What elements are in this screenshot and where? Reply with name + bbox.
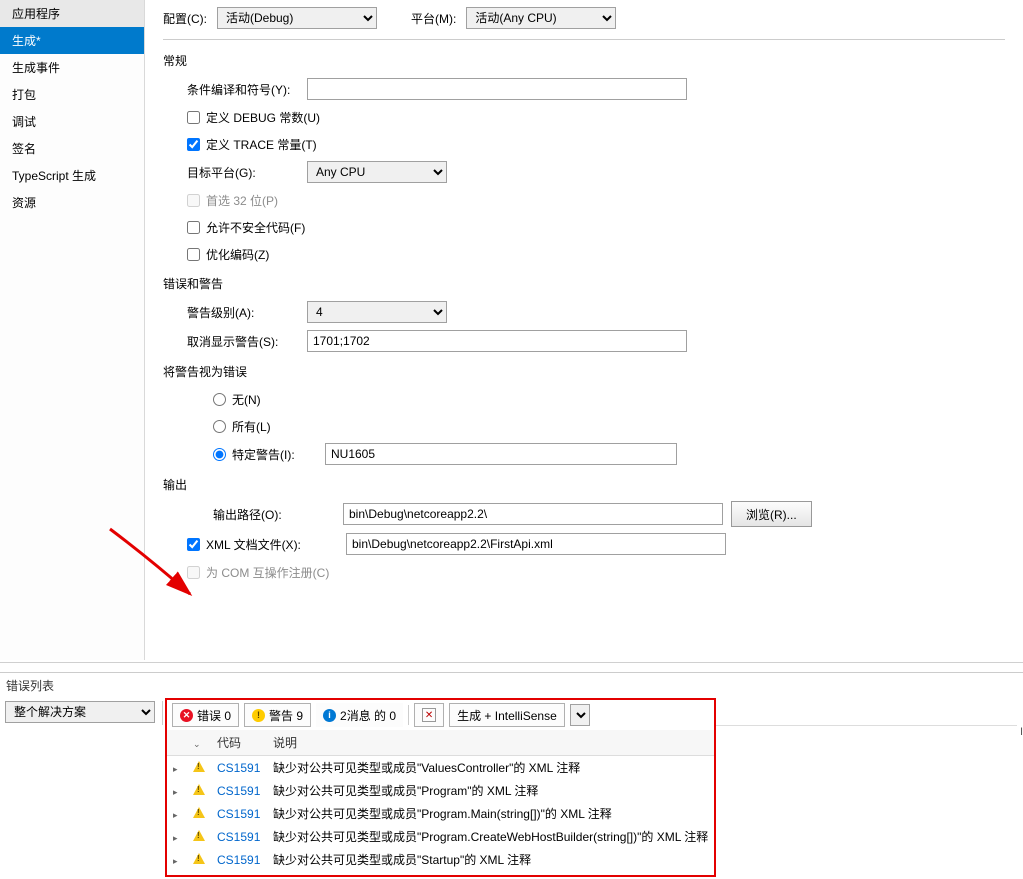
warning-triangle-icon bbox=[193, 807, 205, 818]
optimize-checkbox[interactable] bbox=[187, 248, 200, 261]
config-combo[interactable]: 活动(Debug) bbox=[217, 7, 377, 29]
treat-none-label: 无(N) bbox=[232, 391, 261, 408]
error-code-link[interactable]: CS1591 bbox=[217, 807, 260, 821]
allow-unsafe-label: 允许不安全代码(F) bbox=[206, 219, 305, 236]
col-desc[interactable]: 说明 bbox=[267, 730, 714, 756]
browse-button[interactable]: 浏览(R)... bbox=[731, 501, 812, 527]
error-icon: ✕ bbox=[180, 709, 193, 722]
prefer32-checkbox bbox=[187, 194, 200, 207]
errors-filter-button[interactable]: ✕ 错误 0 bbox=[172, 703, 239, 727]
warnings-filter-button[interactable]: ! 警告 9 bbox=[244, 703, 311, 727]
scope-combo[interactable]: 整个解决方案 bbox=[5, 701, 155, 723]
error-table: ⌄ 代码 说明 ▸ CS1591 缺少对公共可见类型或成员"ValuesContro… bbox=[167, 730, 714, 871]
define-trace-label: 定义 TRACE 常量(T) bbox=[206, 136, 317, 153]
com-interop-checkbox bbox=[187, 566, 200, 579]
suppress-warnings-label: 取消显示警告(S): bbox=[187, 333, 307, 350]
config-label: 配置(C): bbox=[163, 10, 207, 27]
sidebar-item-build-events[interactable]: 生成事件 bbox=[0, 54, 144, 81]
warning-triangle-icon bbox=[193, 784, 205, 795]
treat-specific-label: 特定警告(I): bbox=[232, 446, 325, 463]
error-description: 缺少对公共可见类型或成员"Program.Main(string[])"的 XM… bbox=[267, 802, 714, 825]
error-code-link[interactable]: CS1591 bbox=[217, 830, 260, 844]
warning-icon: ! bbox=[252, 709, 265, 722]
error-row[interactable]: ▸ CS1591 缺少对公共可见类型或成员"ValuesController"的 X… bbox=[167, 756, 714, 780]
treat-specific-input[interactable] bbox=[325, 443, 677, 465]
section-output: 输出 bbox=[163, 476, 1005, 493]
clear-filter-button[interactable]: ✕ bbox=[414, 703, 444, 727]
error-code-link[interactable]: CS1591 bbox=[217, 784, 260, 798]
sidebar-item-build[interactable]: 生成* bbox=[0, 27, 144, 54]
error-row[interactable]: ▸ CS1591 缺少对公共可见类型或成员"Program"的 XML 注释 bbox=[167, 779, 714, 802]
error-description: 缺少对公共可见类型或成员"Startup"的 XML 注释 bbox=[267, 848, 714, 871]
build-intellisense-dropdown[interactable] bbox=[570, 704, 590, 726]
sidebar-item-package[interactable]: 打包 bbox=[0, 81, 144, 108]
allow-unsafe-checkbox[interactable] bbox=[187, 221, 200, 234]
error-list-panel: 错误列表 整个解决方案 ✕ 错误 0 ! 警告 9 i 2消息 的 0 bbox=[0, 672, 1023, 877]
expand-icon[interactable]: ▸ bbox=[173, 856, 178, 866]
sort-icon[interactable]: ⌄ bbox=[193, 739, 201, 749]
suppress-warnings-input[interactable] bbox=[307, 330, 687, 352]
error-row[interactable]: ▸ CS1591 缺少对公共可见类型或成员"Startup"的 XML 注释 bbox=[167, 848, 714, 871]
error-description: 缺少对公共可见类型或成员"Program"的 XML 注释 bbox=[267, 779, 714, 802]
optimize-label: 优化编码(Z) bbox=[206, 246, 269, 263]
xml-doc-label: XML 文档文件(X): bbox=[206, 536, 346, 553]
error-description: 缺少对公共可见类型或成员"ValuesController"的 XML 注释 bbox=[267, 756, 714, 780]
prefer32-label: 首选 32 位(P) bbox=[206, 192, 278, 209]
sidebar-item-application[interactable]: 应用程序 bbox=[0, 0, 144, 27]
treat-all-label: 所有(L) bbox=[232, 418, 271, 435]
output-path-input[interactable] bbox=[343, 503, 723, 525]
expand-icon[interactable]: ▸ bbox=[173, 810, 178, 820]
treat-all-radio[interactable] bbox=[213, 420, 226, 433]
treat-specific-radio[interactable] bbox=[213, 448, 226, 461]
target-platform-label: 目标平台(G): bbox=[187, 164, 307, 181]
filter-x-icon: ✕ bbox=[422, 708, 436, 722]
build-intellisense-combo[interactable]: 生成 + IntelliSense bbox=[449, 703, 565, 727]
define-trace-checkbox[interactable] bbox=[187, 138, 200, 151]
xml-doc-checkbox[interactable] bbox=[187, 538, 200, 551]
col-code[interactable]: 代码 bbox=[211, 730, 267, 756]
error-row[interactable]: ▸ CS1591 缺少对公共可见类型或成员"Program.Main(string[… bbox=[167, 802, 714, 825]
error-row[interactable]: ▸ CS1591 缺少对公共可见类型或成员"Program.CreateWebHos… bbox=[167, 825, 714, 848]
warning-triangle-icon bbox=[193, 761, 205, 772]
section-treat-as-errors: 将警告视为错误 bbox=[163, 363, 1005, 380]
platform-label: 平台(M): bbox=[411, 10, 456, 27]
expand-icon[interactable]: ▸ bbox=[173, 787, 178, 797]
warning-triangle-icon bbox=[193, 830, 205, 841]
error-code-link[interactable]: CS1591 bbox=[217, 761, 260, 775]
sidebar-item-debug[interactable]: 调试 bbox=[0, 108, 144, 135]
define-debug-label: 定义 DEBUG 常数(U) bbox=[206, 109, 320, 126]
target-platform-combo[interactable]: Any CPU bbox=[307, 161, 447, 183]
error-list-title: 错误列表 bbox=[0, 673, 1023, 698]
expand-icon[interactable]: ▸ bbox=[173, 764, 178, 774]
error-code-link[interactable]: CS1591 bbox=[217, 853, 260, 867]
info-icon: i bbox=[323, 709, 336, 722]
section-errors-warnings: 错误和警告 bbox=[163, 275, 1005, 292]
sidebar-item-typescript[interactable]: TypeScript 生成 bbox=[0, 162, 144, 189]
conditional-symbols-input[interactable] bbox=[307, 78, 687, 100]
conditional-symbols-label: 条件编译和符号(Y): bbox=[187, 81, 307, 98]
config-bar: 配置(C): 活动(Debug) 平台(M): 活动(Any CPU) bbox=[163, 0, 1005, 40]
warning-triangle-icon bbox=[193, 853, 205, 864]
warning-level-combo[interactable]: 4 bbox=[307, 301, 447, 323]
sidebar-item-signing[interactable]: 签名 bbox=[0, 135, 144, 162]
sidebar: 应用程序 生成* 生成事件 打包 调试 签名 TypeScript 生成 资源 bbox=[0, 0, 145, 660]
warning-level-label: 警告级别(A): bbox=[187, 304, 307, 321]
define-debug-checkbox[interactable] bbox=[187, 111, 200, 124]
expand-icon[interactable]: ▸ bbox=[173, 833, 178, 843]
com-interop-label: 为 COM 互操作注册(C) bbox=[206, 564, 329, 581]
section-general: 常规 bbox=[163, 52, 1005, 69]
content-panel: 配置(C): 活动(Debug) 平台(M): 活动(Any CPU) 常规 条… bbox=[145, 0, 1023, 660]
treat-none-radio[interactable] bbox=[213, 393, 226, 406]
platform-combo[interactable]: 活动(Any CPU) bbox=[466, 7, 616, 29]
error-description: 缺少对公共可见类型或成员"Program.CreateWebHostBuilde… bbox=[267, 825, 714, 848]
xml-doc-input[interactable] bbox=[346, 533, 726, 555]
output-path-label: 输出路径(O): bbox=[213, 506, 343, 523]
messages-filter-button[interactable]: i 2消息 的 0 bbox=[316, 703, 403, 727]
sidebar-item-resources[interactable]: 资源 bbox=[0, 189, 144, 216]
